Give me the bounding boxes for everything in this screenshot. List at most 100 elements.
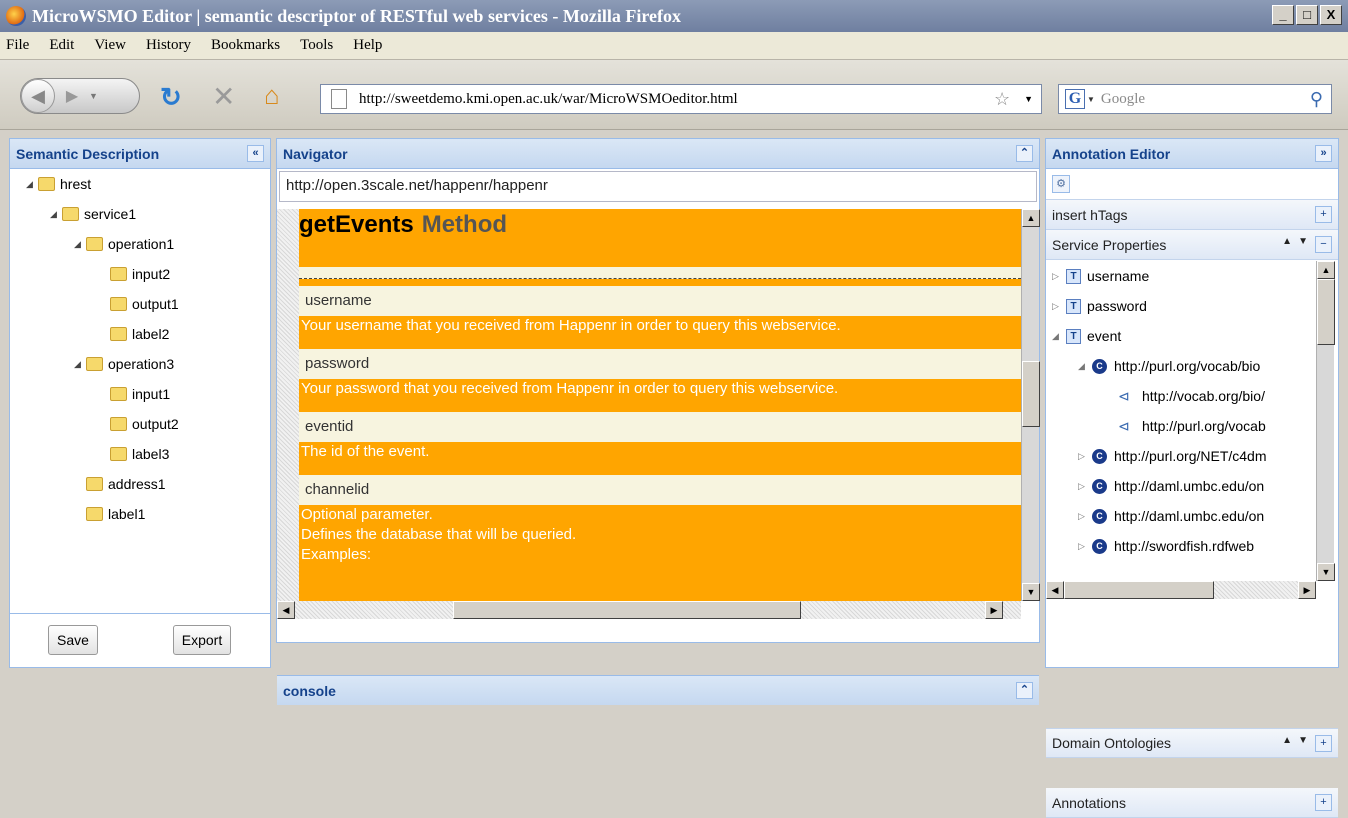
expand-arrow-icon[interactable]: ◢ [1052,331,1066,342]
property-node[interactable]: ⊲ http://purl.org/vocab [1046,411,1314,441]
properties-horizontal-scrollbar[interactable]: ◀ ▶ [1046,581,1316,599]
scroll-down-arrow[interactable]: ▼ [1022,583,1040,601]
property-node[interactable]: ▷ Tpassword [1046,291,1314,321]
tree-node[interactable]: ◢ operation1 [10,229,270,259]
tree-node[interactable]: label3 [10,439,270,469]
property-node[interactable]: ▷ Chttp://daml.umbc.edu/on [1046,501,1314,531]
save-button[interactable]: Save [48,625,98,655]
annotations-section[interactable]: Annotations + [1046,788,1338,818]
bookmark-star-icon[interactable]: ☆ [994,89,1010,110]
tree-node[interactable]: address1 [10,469,270,499]
expand-arrow-icon[interactable]: ▷ [1078,451,1092,462]
expand-arrow-icon[interactable]: ◢ [1078,361,1092,372]
tree-node[interactable]: label2 [10,319,270,349]
scroll-left-arrow[interactable]: ◀ [277,601,295,619]
property-node[interactable]: ▷ Tusername [1046,261,1314,291]
props-scroll-right[interactable]: ▶ [1298,581,1316,599]
tree-node[interactable]: output2 [10,409,270,439]
tree-node[interactable]: ◢ operation3 [10,349,270,379]
tree-node-label: input1 [132,386,171,402]
expand-arrow-icon[interactable]: ▷ [1078,481,1092,492]
expanded-triangle-icon[interactable]: ◢ [50,209,62,220]
service-properties-tree: ▷ Tusername ▷ Tpassword ◢ Tevent ◢ Chttp://purl… [1046,261,1338,599]
scroll-thumb[interactable] [1022,361,1040,427]
menu-view[interactable]: View [94,37,126,54]
minimize-button[interactable]: _ [1272,5,1294,25]
history-dropdown-icon[interactable]: ▼ [89,91,103,101]
tree-node[interactable]: input2 [10,259,270,289]
collapse-left-icon[interactable]: « [247,145,264,162]
props-scroll-left[interactable]: ◀ [1046,581,1064,599]
folder-icon [110,417,127,431]
property-node[interactable]: ⊲ http://vocab.org/bio/ [1046,381,1314,411]
tree-node-label: operation1 [108,236,175,252]
search-icon[interactable]: ⚲ [1310,89,1323,110]
expand-annotations-icon[interactable]: + [1315,794,1332,811]
property-node[interactable]: ◢ Chttp://purl.org/vocab/bio [1046,351,1314,381]
domain-move-up-icon[interactable]: ▲ [1282,735,1292,746]
expanded-triangle-icon[interactable]: ◢ [26,179,38,190]
insert-htags-section[interactable]: insert hTags + [1046,200,1338,230]
expand-arrow-icon[interactable]: ▷ [1052,301,1066,312]
collapse-right-icon[interactable]: » [1315,145,1332,162]
menu-help[interactable]: Help [353,37,382,54]
property-node[interactable]: ▷ Chttp://purl.org/NET/c4dm [1046,441,1314,471]
stop-icon[interactable]: ✕ [212,80,235,113]
expand-arrow-icon[interactable]: ▷ [1078,541,1092,552]
menu-tools[interactable]: Tools [300,37,333,54]
service-properties-section[interactable]: Service Properties ▲ ▼ − [1046,230,1338,260]
expanded-triangle-icon[interactable]: ◢ [74,359,86,370]
tree-node[interactable]: ◢ service1 [10,199,270,229]
property-node[interactable]: ▷ Chttp://daml.umbc.edu/on [1046,471,1314,501]
move-down-icon[interactable]: ▼ [1298,236,1308,247]
menu-edit[interactable]: Edit [49,37,74,54]
props-h-thumb[interactable] [1064,581,1214,599]
console-header[interactable]: console ⌃ [277,675,1039,705]
move-up-icon[interactable]: ▲ [1282,236,1292,247]
properties-vertical-scrollbar[interactable]: ▲ ▼ [1316,261,1335,581]
navigator-title: Navigator [283,145,348,162]
reload-icon[interactable]: ↻ [160,82,182,113]
property-node[interactable]: ▷ Chttp://swordfish.rdfweb [1046,531,1314,561]
scroll-up-arrow[interactable]: ▲ [1022,209,1040,227]
navigator-vertical-scrollbar[interactable]: ▲ ▼ [1021,209,1040,601]
expand-domain-ontologies-icon[interactable]: + [1315,735,1332,752]
url-bar[interactable]: http://sweetdemo.kmi.open.ac.uk/war/Micr… [320,84,1042,114]
expand-arrow-icon[interactable]: ▷ [1052,271,1066,282]
expand-htags-icon[interactable]: + [1315,206,1332,223]
property-node[interactable]: ◢ Tevent [1046,321,1314,351]
menu-file[interactable]: File [6,37,29,54]
expand-arrow-icon[interactable]: ▷ [1078,511,1092,522]
search-bar[interactable]: G ▼ Google ⚲ [1058,84,1332,114]
maximize-button[interactable]: □ [1296,5,1318,25]
domain-move-down-icon[interactable]: ▼ [1298,735,1308,746]
home-icon[interactable]: ⌂ [264,80,280,111]
menu-history[interactable]: History [146,37,191,54]
url-dropdown-icon[interactable]: ▼ [1024,94,1033,104]
tree-node[interactable]: output1 [10,289,270,319]
navigator-url-field[interactable]: http://open.3scale.net/happenr/happenr [279,171,1037,202]
settings-gear-icon[interactable]: ⚙ [1052,175,1070,193]
expanded-triangle-icon[interactable]: ◢ [74,239,86,250]
search-engine-icon[interactable]: G [1065,89,1085,109]
menu-bookmarks[interactable]: Bookmarks [211,37,280,54]
h-scroll-thumb[interactable] [453,601,801,619]
navigator-horizontal-scrollbar[interactable]: ◀ ▶ [277,601,1021,619]
domain-ontologies-section[interactable]: Domain Ontologies ▲ ▼ + [1046,728,1338,758]
scroll-right-arrow[interactable]: ▶ [985,601,1003,619]
collapse-up-icon[interactable]: ⌃ [1016,145,1033,162]
forward-arrow-icon[interactable]: ▶ [55,86,89,106]
tree-node[interactable]: input1 [10,379,270,409]
props-scroll-down[interactable]: ▼ [1317,563,1335,581]
props-scroll-up[interactable]: ▲ [1317,261,1335,279]
back-arrow-icon[interactable]: ◀ [21,79,55,113]
engine-dropdown-icon[interactable]: ▼ [1087,95,1095,104]
props-scroll-thumb[interactable] [1317,279,1335,345]
export-button[interactable]: Export [173,625,231,655]
expand-console-icon[interactable]: ⌃ [1016,682,1033,699]
close-window-button[interactable]: X [1320,5,1342,25]
collapse-service-properties-icon[interactable]: − [1315,236,1332,253]
folder-icon [86,237,103,251]
tree-node[interactable]: ◢ hrest [10,169,270,199]
tree-node[interactable]: label1 [10,499,270,529]
